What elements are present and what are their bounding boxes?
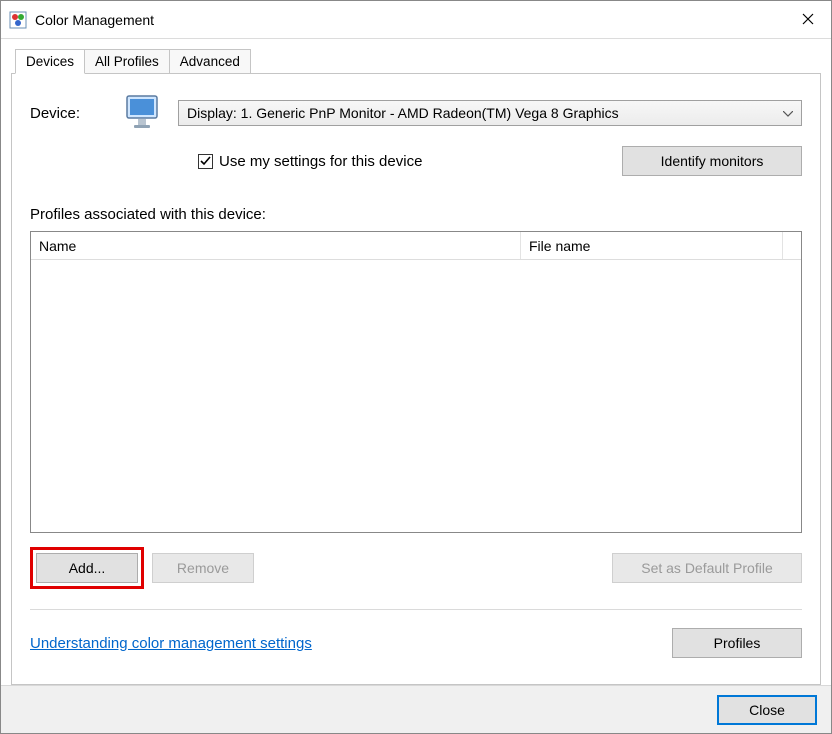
device-settings-row: Use my settings for this device Identify… [198, 146, 802, 176]
identify-monitors-button[interactable]: Identify monitors [622, 146, 802, 176]
device-label: Device: [30, 105, 110, 122]
tab-strip: Devices All Profiles Advanced [11, 49, 821, 74]
profiles-body [31, 260, 801, 532]
tab-all-profiles[interactable]: All Profiles [85, 49, 170, 74]
profiles-button[interactable]: Profiles [672, 628, 802, 658]
monitor-icon [124, 94, 164, 132]
dialog-bottom-bar: Close [1, 685, 831, 733]
set-default-profile-button: Set as Default Profile [612, 553, 802, 583]
profiles-list[interactable]: Name File name [30, 231, 802, 533]
profiles-header: Name File name [31, 232, 801, 260]
dialog-body: Devices All Profiles Advanced Device: Di… [1, 39, 831, 685]
tab-advanced[interactable]: Advanced [170, 49, 251, 74]
tab-panel-devices: Device: Display: 1. Generic PnP Monitor … [11, 73, 821, 685]
column-name[interactable]: Name [31, 232, 521, 259]
device-dropdown[interactable]: Display: 1. Generic PnP Monitor - AMD Ra… [178, 100, 802, 126]
titlebar: Color Management [1, 1, 831, 39]
column-file-name[interactable]: File name [521, 232, 783, 259]
column-padding [783, 232, 801, 259]
device-row: Device: Display: 1. Generic PnP Monitor … [30, 94, 802, 132]
profiles-buttons-row: Add... Remove Set as Default Profile [30, 547, 802, 610]
window-close-button[interactable] [785, 1, 831, 39]
color-management-window: Color Management Devices All Profiles Ad… [0, 0, 832, 734]
profiles-label: Profiles associated with this device: [30, 206, 802, 223]
footer-area: Understanding color management settings … [30, 610, 802, 658]
color-management-icon [9, 11, 27, 29]
chevron-down-icon [783, 106, 793, 120]
close-button[interactable]: Close [717, 695, 817, 725]
add-button-highlight: Add... [30, 547, 144, 589]
device-selected-value: Display: 1. Generic PnP Monitor - AMD Ra… [187, 105, 619, 121]
use-my-settings-checkbox[interactable]: Use my settings for this device [198, 153, 422, 170]
use-my-settings-label: Use my settings for this device [219, 153, 422, 170]
close-icon [802, 9, 814, 30]
tab-devices[interactable]: Devices [15, 49, 85, 74]
remove-button: Remove [152, 553, 254, 583]
window-title: Color Management [35, 12, 785, 28]
add-button[interactable]: Add... [36, 553, 138, 583]
understanding-link[interactable]: Understanding color management settings [30, 635, 312, 652]
checkbox-icon [198, 154, 213, 169]
